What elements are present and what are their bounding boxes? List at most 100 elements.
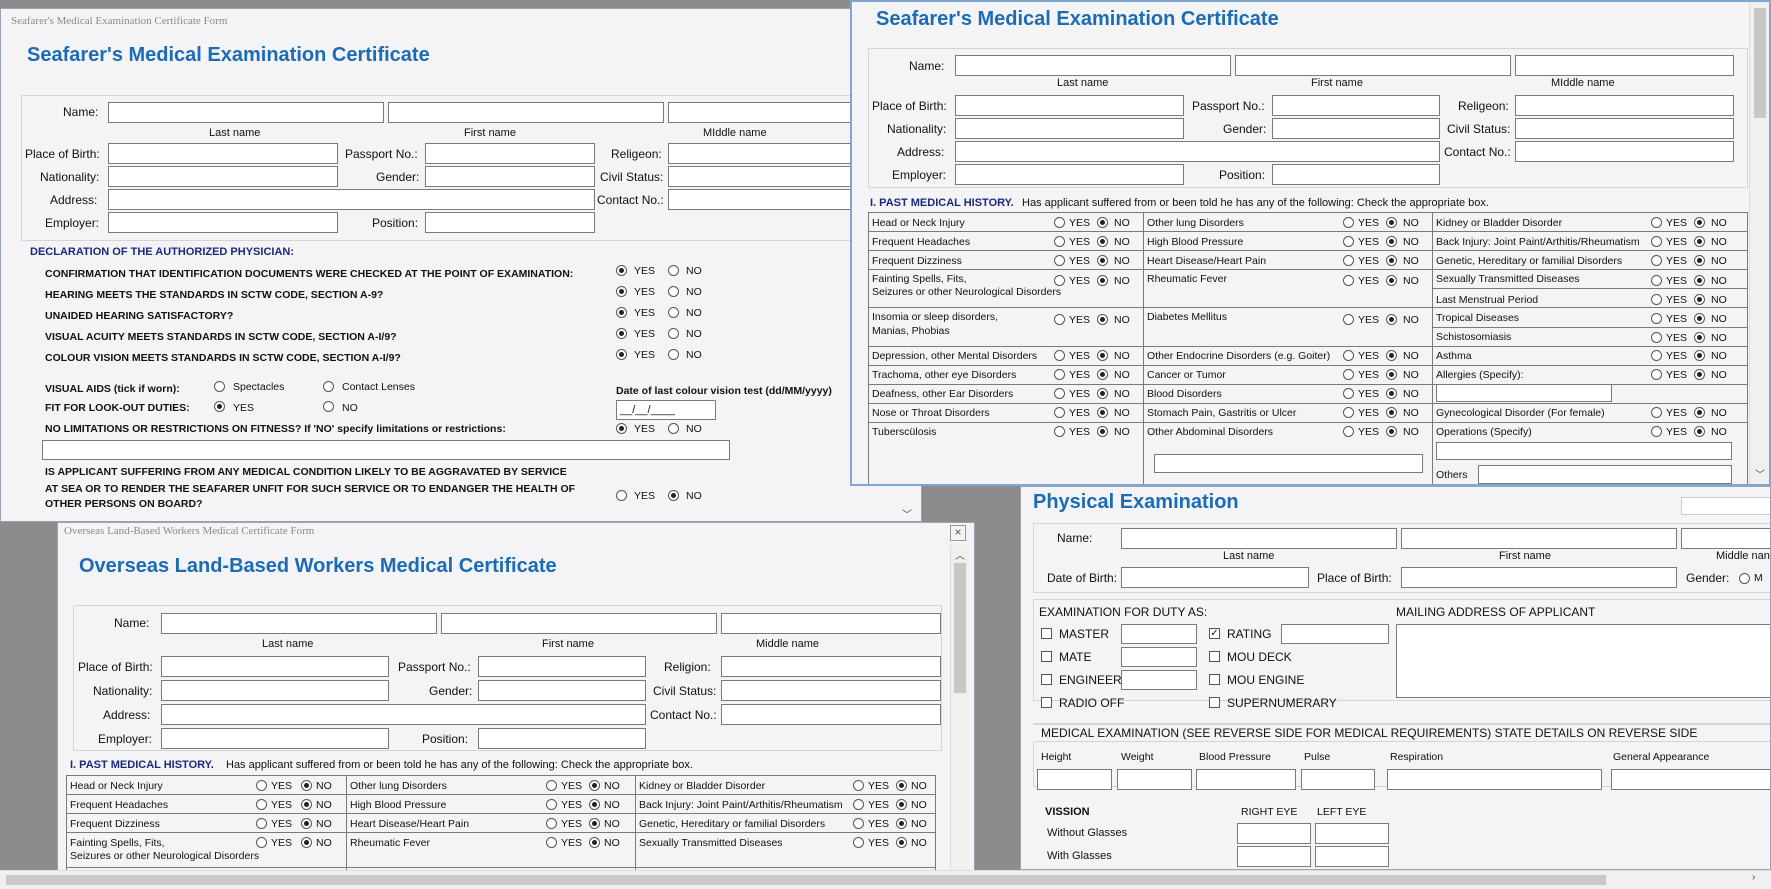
h-no-radio[interactable] bbox=[1097, 426, 1108, 437]
h-yes-radio[interactable] bbox=[1651, 275, 1662, 286]
operations-input[interactable] bbox=[1436, 442, 1732, 460]
without-glasses-left-input[interactable] bbox=[1315, 823, 1389, 844]
h-no-radio[interactable] bbox=[1097, 217, 1108, 228]
h-yes-radio[interactable] bbox=[1651, 236, 1662, 247]
h-no-radio[interactable] bbox=[1386, 350, 1397, 361]
h-no-radio[interactable] bbox=[1386, 388, 1397, 399]
address-input[interactable] bbox=[108, 189, 595, 210]
with-glasses-right-input[interactable] bbox=[1237, 846, 1311, 867]
h-yes-radio[interactable] bbox=[1054, 255, 1065, 266]
o-yes-radio[interactable] bbox=[853, 780, 864, 791]
employer-input[interactable] bbox=[955, 164, 1184, 185]
aggravated-no-radio[interactable] bbox=[668, 490, 679, 501]
o-yes-radio[interactable] bbox=[546, 799, 557, 810]
h-yes-radio[interactable] bbox=[1343, 314, 1354, 325]
decl-no-radio[interactable] bbox=[668, 286, 679, 297]
o-yes-radio[interactable] bbox=[546, 837, 557, 848]
h-yes-radio[interactable] bbox=[1054, 369, 1065, 380]
duty-engineer-input[interactable] bbox=[1121, 670, 1197, 690]
h-no-radio[interactable] bbox=[1097, 407, 1108, 418]
duty-engineer-checkbox[interactable] bbox=[1041, 674, 1052, 685]
decl-no-radio[interactable] bbox=[668, 307, 679, 318]
contact-input[interactable] bbox=[1515, 141, 1734, 162]
place-of-birth-input[interactable] bbox=[1401, 567, 1677, 588]
overseas-middle-name[interactable] bbox=[721, 613, 941, 634]
first-name-input[interactable] bbox=[1235, 55, 1511, 76]
h-no-radio[interactable] bbox=[1386, 369, 1397, 380]
h-no-radio[interactable] bbox=[1694, 332, 1705, 343]
aggravated-yes-radio[interactable] bbox=[616, 490, 627, 501]
nationality-input[interactable] bbox=[955, 118, 1184, 139]
overseas-passport-input[interactable] bbox=[478, 656, 646, 677]
duty-mate-input[interactable] bbox=[1121, 647, 1197, 667]
decl-yes-radio[interactable] bbox=[616, 307, 627, 318]
civil-status-input[interactable] bbox=[1515, 118, 1734, 139]
h-no-radio[interactable] bbox=[1694, 294, 1705, 305]
o-no-radio[interactable] bbox=[589, 799, 600, 810]
scroll-down-icon[interactable]: ﹀ bbox=[1755, 466, 1765, 481]
h-no-radio[interactable] bbox=[1386, 426, 1397, 437]
dob-input[interactable] bbox=[1121, 567, 1309, 588]
religion-input[interactable] bbox=[1515, 95, 1734, 116]
o-no-radio[interactable] bbox=[589, 780, 600, 791]
pob-input[interactable] bbox=[955, 95, 1184, 116]
scroll-right-icon[interactable]: › bbox=[1752, 872, 1755, 883]
duty-master-input[interactable] bbox=[1121, 624, 1197, 644]
last-name-input[interactable] bbox=[1121, 528, 1397, 549]
duty-mou-deck-checkbox[interactable] bbox=[1209, 651, 1220, 662]
middle-name-input[interactable] bbox=[1681, 528, 1770, 549]
close-icon[interactable]: × bbox=[950, 525, 966, 541]
h-yes-radio[interactable] bbox=[1651, 255, 1662, 266]
h-yes-radio[interactable] bbox=[1651, 332, 1662, 343]
h-yes-radio[interactable] bbox=[1054, 314, 1065, 325]
h-no-radio[interactable] bbox=[1694, 275, 1705, 286]
h-no-radio[interactable] bbox=[1097, 314, 1108, 325]
h-yes-radio[interactable] bbox=[1651, 350, 1662, 361]
o-yes-radio[interactable] bbox=[853, 837, 864, 848]
h-yes-radio[interactable] bbox=[1054, 407, 1065, 418]
h-no-radio[interactable] bbox=[1386, 255, 1397, 266]
with-glasses-left-input[interactable] bbox=[1315, 846, 1389, 867]
decl-yes-radio[interactable] bbox=[616, 286, 627, 297]
h-no-radio[interactable] bbox=[1097, 275, 1108, 286]
o-yes-radio[interactable] bbox=[853, 799, 864, 810]
position-input[interactable] bbox=[1272, 164, 1440, 185]
h-no-radio[interactable] bbox=[1386, 217, 1397, 228]
h-no-radio[interactable] bbox=[1097, 255, 1108, 266]
seafarer-2-scrollbar[interactable]: ﹀ bbox=[1749, 2, 1769, 484]
respiration-input[interactable] bbox=[1387, 769, 1602, 790]
overseas-address-input[interactable] bbox=[161, 704, 646, 725]
h-no-radio[interactable] bbox=[1694, 236, 1705, 247]
h-yes-radio[interactable] bbox=[1343, 255, 1354, 266]
general-appearance-input[interactable] bbox=[1611, 769, 1770, 790]
overseas-last-name[interactable] bbox=[161, 613, 437, 634]
h-no-radio[interactable] bbox=[1386, 407, 1397, 418]
overseas-first-name[interactable] bbox=[441, 613, 717, 634]
overseas-civil-input[interactable] bbox=[721, 680, 941, 701]
h-no-radio[interactable] bbox=[1694, 255, 1705, 266]
decl-yes-radio[interactable] bbox=[616, 349, 627, 360]
o-no-radio[interactable] bbox=[896, 837, 907, 848]
h-yes-radio[interactable] bbox=[1343, 388, 1354, 399]
pulse-input[interactable] bbox=[1301, 769, 1375, 790]
scroll-thumb[interactable] bbox=[954, 563, 966, 693]
other-abdominal-input[interactable] bbox=[1154, 454, 1423, 473]
decl-no-radio[interactable] bbox=[668, 265, 679, 276]
o-no-radio[interactable] bbox=[589, 837, 600, 848]
o-yes-radio[interactable] bbox=[853, 818, 864, 829]
duty-master-checkbox[interactable] bbox=[1041, 628, 1052, 639]
o-yes-radio[interactable] bbox=[256, 780, 267, 791]
first-name-input[interactable] bbox=[388, 102, 664, 123]
overseas-nationality-input[interactable] bbox=[161, 680, 389, 701]
decl-no-radio[interactable] bbox=[668, 328, 679, 339]
duty-supernumerary-checkbox[interactable] bbox=[1209, 697, 1220, 708]
o-no-radio[interactable] bbox=[301, 818, 312, 829]
address-input[interactable] bbox=[955, 141, 1440, 162]
h-no-radio[interactable] bbox=[1694, 313, 1705, 324]
employer-input[interactable] bbox=[108, 212, 338, 233]
h-no-radio[interactable] bbox=[1694, 217, 1705, 228]
overseas-religion-input[interactable] bbox=[721, 656, 941, 677]
h-yes-radio[interactable] bbox=[1343, 350, 1354, 361]
h-yes-radio[interactable] bbox=[1054, 426, 1065, 437]
h-no-radio[interactable] bbox=[1097, 350, 1108, 361]
